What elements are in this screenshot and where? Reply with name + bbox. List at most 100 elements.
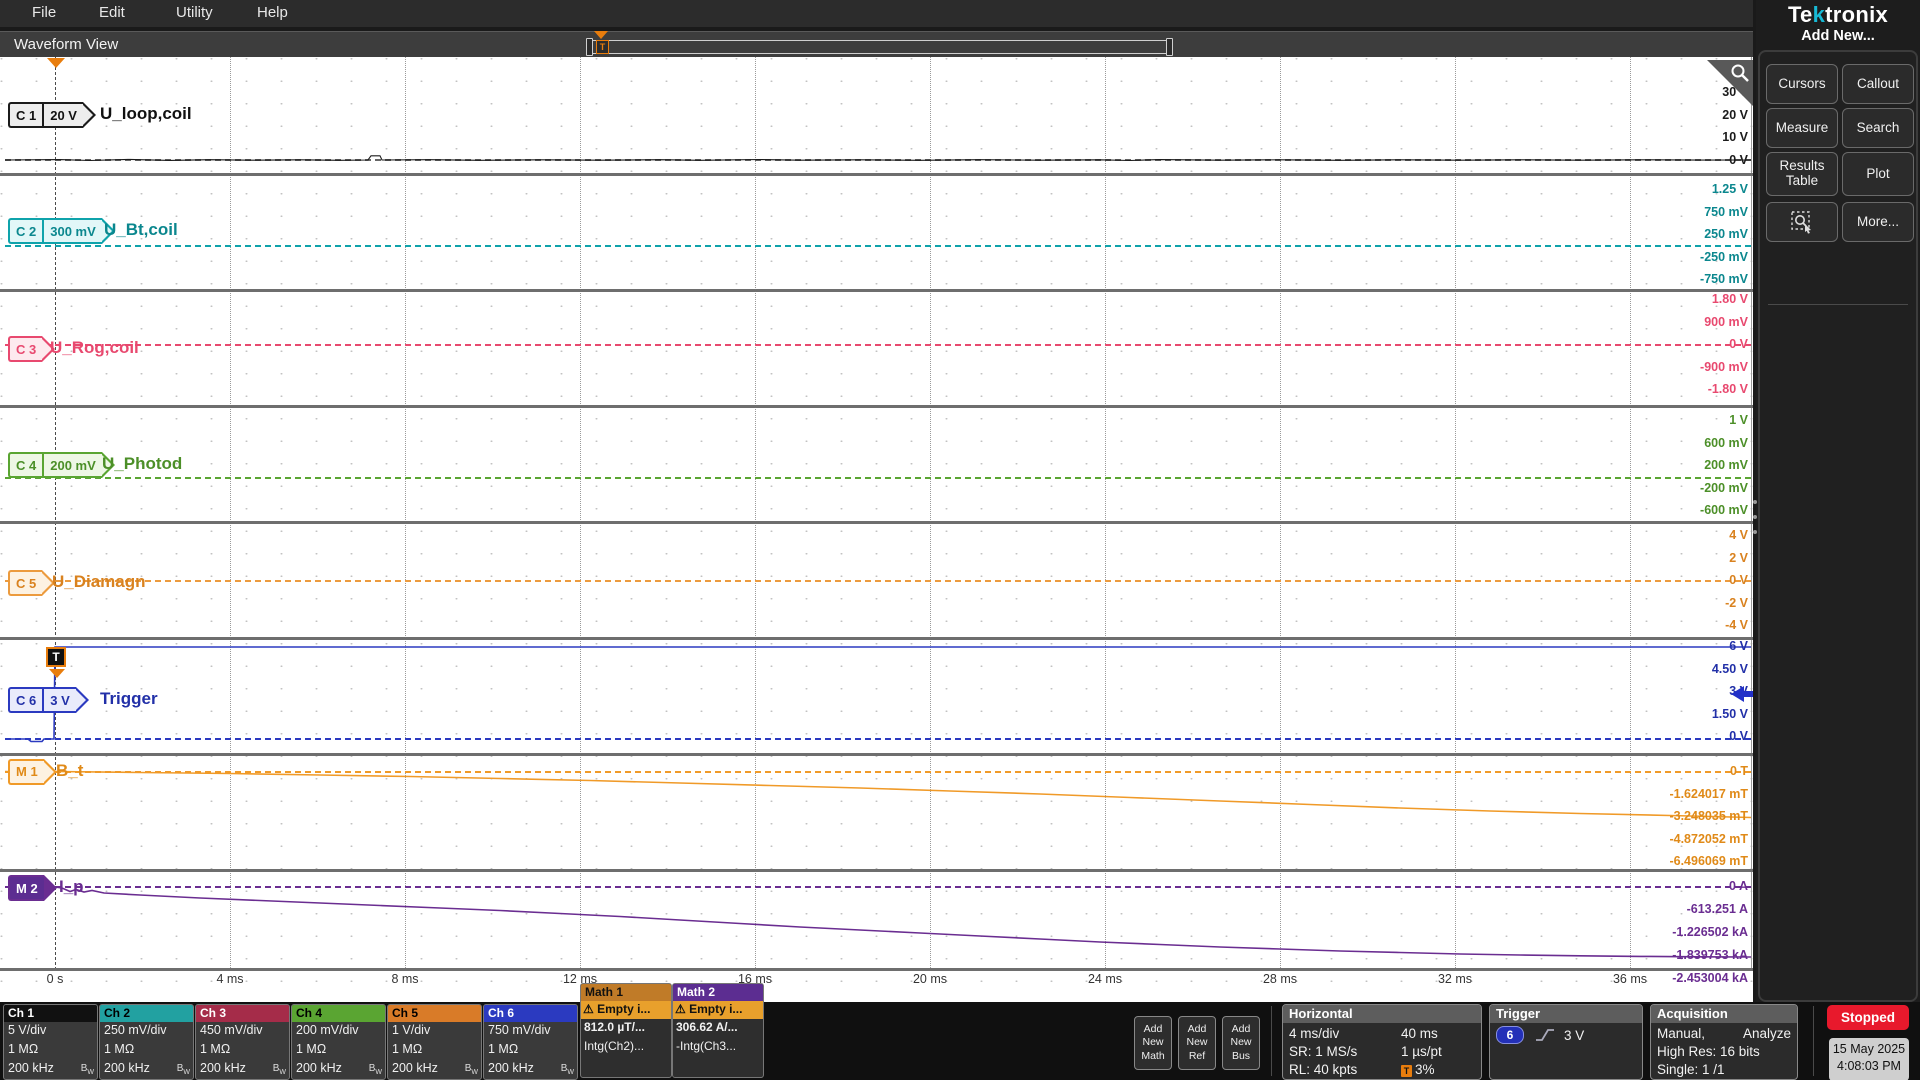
menu-utility[interactable]: Utility bbox=[176, 4, 213, 21]
channel-badge-c6[interactable]: C 63 V bbox=[8, 687, 89, 713]
channel-label-u_photod[interactable]: U_Photod bbox=[102, 454, 182, 474]
results-table-button[interactable]: Results Table bbox=[1766, 152, 1838, 196]
trigger-level: 3 V bbox=[1564, 1028, 1584, 1043]
scale-label: -1.624017 mT bbox=[1669, 787, 1748, 801]
acquisition-analyze: Analyze bbox=[1743, 1026, 1791, 1041]
acquisition-panel[interactable]: Acquisition Manual,Analyze High Res: 16 … bbox=[1650, 1004, 1798, 1080]
search-button[interactable]: Search bbox=[1842, 108, 1914, 148]
scale-label: 0 V bbox=[1729, 729, 1748, 743]
horizontal-sample-rate: SR: 1 MS/s bbox=[1289, 1044, 1401, 1059]
zero-marker-c4 bbox=[5, 477, 1751, 479]
bottom-divider bbox=[1271, 1006, 1272, 1076]
channel-label-u_diamagn[interactable]: U_Diamagn bbox=[52, 572, 146, 592]
record-view-bar[interactable] bbox=[592, 40, 1166, 54]
channel-badge-id: C 4 bbox=[10, 454, 42, 476]
channel-label-u_bt,coil[interactable]: U_Bt,coil bbox=[104, 220, 178, 240]
menu-edit[interactable]: Edit bbox=[99, 4, 125, 21]
bottom-channel-name: Ch 5 bbox=[388, 1005, 481, 1022]
math-warning: ⚠ Empty i... bbox=[581, 1001, 671, 1019]
channel-badge-c1[interactable]: C 120 V bbox=[8, 102, 96, 128]
run-stop-button[interactable]: Stopped bbox=[1827, 1005, 1909, 1030]
bottom-channel-badge-6[interactable]: Ch 6750 mV/div1 MΩ200 kHzBW bbox=[483, 1004, 578, 1080]
scale-label: 250 mV bbox=[1704, 227, 1748, 241]
trigger-t-marker-tail-icon bbox=[49, 669, 65, 678]
more-button[interactable]: More... bbox=[1842, 202, 1914, 242]
scale-label: 0 V bbox=[1729, 153, 1748, 167]
splitter-grip-icon[interactable] bbox=[1752, 500, 1758, 534]
time-axis-label: 32 ms bbox=[1438, 972, 1472, 986]
scale-label: -1.839753 kA bbox=[1672, 948, 1748, 962]
bottom-channel-badge-3[interactable]: Ch 3450 mV/div1 MΩ200 kHzBW bbox=[195, 1004, 290, 1080]
channel-badge-id: C 3 bbox=[10, 338, 42, 360]
channel-label-i_p[interactable]: I_p bbox=[59, 877, 84, 897]
channel-label-u_loop,coil[interactable]: U_loop,coil bbox=[100, 104, 192, 124]
bottom-channel-badge-4[interactable]: Ch 4200 mV/div1 MΩ200 kHzBW bbox=[291, 1004, 386, 1080]
bottom-channel-setting: 1 MΩ bbox=[292, 1041, 385, 1060]
record-trigger-position-icon[interactable] bbox=[594, 31, 608, 39]
menu-file[interactable]: File bbox=[32, 4, 56, 21]
trigger-title: Trigger bbox=[1490, 1005, 1642, 1023]
bandwidth-icon: BW bbox=[561, 1063, 574, 1076]
bottom-channel-setting: 250 mV/div bbox=[100, 1022, 193, 1041]
bottom-channel-badge-5[interactable]: Ch 51 V/div1 MΩ200 kHzBW bbox=[387, 1004, 482, 1080]
channel-badge-c2[interactable]: C 2300 mV bbox=[8, 218, 115, 244]
horizontal-title: Horizontal bbox=[1283, 1005, 1481, 1023]
add-new-panel: Cursors Callout Measure Search Results T… bbox=[1758, 50, 1918, 1002]
channel-badge-c3[interactable]: C 3 bbox=[8, 336, 55, 362]
scale-label: -2.453004 kA bbox=[1672, 971, 1748, 985]
trigger-t-marker[interactable]: T bbox=[46, 647, 66, 667]
channel-badge-m1[interactable]: M 1 bbox=[8, 759, 57, 785]
bottom-channel-badge-1[interactable]: Ch 15 V/div1 MΩ200 kHzBW bbox=[3, 1004, 98, 1080]
math-badge-name: Math 2 bbox=[673, 984, 763, 1001]
horizontal-trigger-position: 3% bbox=[1415, 1062, 1435, 1077]
slice-separator bbox=[0, 869, 1753, 872]
bottom-channel-badge-2[interactable]: Ch 2250 mV/div1 MΩ200 kHzBW bbox=[99, 1004, 194, 1080]
math-badge-1[interactable]: Math 1⚠ Empty i...812.0 µT/...Intg(Ch2).… bbox=[580, 983, 672, 1078]
cursors-button[interactable]: Cursors bbox=[1766, 64, 1838, 104]
scale-label: -613.251 A bbox=[1687, 902, 1748, 916]
bottom-channel-name: Ch 6 bbox=[484, 1005, 577, 1022]
callout-button[interactable]: Callout bbox=[1842, 64, 1914, 104]
channel-badge-m2[interactable]: M 2 bbox=[8, 875, 57, 901]
bottom-channel-name: Ch 1 bbox=[4, 1005, 97, 1022]
slice-separator bbox=[0, 968, 1753, 971]
graticule[interactable] bbox=[0, 57, 1753, 1002]
bottom-channel-setting: 200 kHzBW bbox=[292, 1060, 385, 1079]
channel-badge-scale: 200 mV bbox=[42, 454, 102, 476]
bottom-channel-setting: 5 V/div bbox=[4, 1022, 97, 1041]
record-trigger-t-icon[interactable]: T bbox=[596, 40, 609, 54]
math-badge-2[interactable]: Math 2⚠ Empty i...306.62 A/...-Intg(Ch3.… bbox=[672, 983, 764, 1078]
time-axis-label: 24 ms bbox=[1088, 972, 1122, 986]
trigger-panel[interactable]: Trigger 6 3 V bbox=[1489, 1004, 1643, 1080]
gridline bbox=[1455, 57, 1456, 970]
add-new-ref-button[interactable]: AddNewRef bbox=[1178, 1016, 1216, 1070]
bottom-channel-setting: 200 kHzBW bbox=[388, 1060, 481, 1079]
gridline bbox=[1105, 57, 1106, 970]
gridline bbox=[755, 57, 756, 970]
channel-label-u_rog,coil[interactable]: U_Rog,coil bbox=[50, 338, 139, 358]
bottom-channel-setting: 200 kHzBW bbox=[196, 1060, 289, 1079]
zero-marker-c3 bbox=[5, 344, 1751, 346]
channel-badge-c4[interactable]: C 4200 mV bbox=[8, 452, 115, 478]
zoom-corner-button[interactable] bbox=[1707, 60, 1753, 106]
slice-separator bbox=[0, 637, 1753, 640]
bottom-channel-name: Ch 3 bbox=[196, 1005, 289, 1022]
scale-label: 1 V bbox=[1729, 413, 1748, 427]
menu-help[interactable]: Help bbox=[257, 4, 288, 21]
add-new-bus-button[interactable]: AddNewBus bbox=[1222, 1016, 1260, 1070]
zero-marker-m2 bbox=[5, 886, 1751, 888]
gridline bbox=[1280, 57, 1281, 970]
date-text: 15 May 2025 bbox=[1829, 1041, 1909, 1058]
scale-label: 4 V bbox=[1729, 528, 1748, 542]
horizontal-panel[interactable]: Horizontal 4 ms/div40 ms SR: 1 MS/s1 µs/… bbox=[1282, 1004, 1482, 1080]
scale-label: 200 mV bbox=[1704, 458, 1748, 472]
channel-label-trigger[interactable]: Trigger bbox=[100, 689, 158, 709]
zoom-select-button[interactable] bbox=[1766, 202, 1838, 242]
trigger-position-marker-icon[interactable] bbox=[47, 58, 65, 68]
channel-label-b_t[interactable]: B_t bbox=[56, 761, 83, 781]
time-axis-label: 4 ms bbox=[216, 972, 243, 986]
plot-button[interactable]: Plot bbox=[1842, 152, 1914, 196]
add-new-math-button[interactable]: AddNewMath bbox=[1134, 1016, 1172, 1070]
channel-badge-c5[interactable]: C 5 bbox=[8, 570, 55, 596]
measure-button[interactable]: Measure bbox=[1766, 108, 1838, 148]
